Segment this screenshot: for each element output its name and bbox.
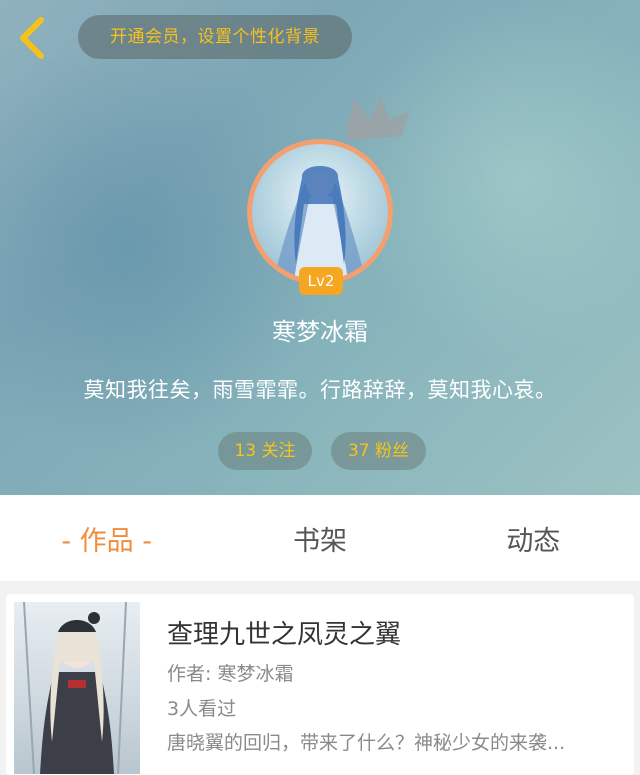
book-author: 作者: 寒梦冰霜	[167, 663, 294, 685]
profile-tabs: - 作品 - 书架 动态	[0, 495, 640, 581]
book-description: 唐晓翼的回归，带来了什么？神秘少女的来袭...	[167, 732, 566, 754]
avatar-image	[252, 144, 388, 280]
profile-header: 开通会员，设置个性化背景 Lv2 寒梦冰霜 莫知我往矣，雨雪霏霏。行路辞辞，莫知…	[0, 0, 640, 495]
work-card[interactable]: 查理九世之凤灵之翼 作者: 寒梦冰霜 3人看过 唐晓翼的回归，带来了什么？神秘少…	[6, 594, 634, 775]
user-bio: 莫知我往矣，雨雪霏霏。行路辞辞，莫知我心哀。	[83, 378, 557, 402]
tab-bookshelf[interactable]: 书架	[213, 495, 426, 581]
avatar[interactable]	[247, 139, 393, 285]
book-cover-image	[14, 602, 140, 774]
fans-count-button[interactable]: 37 粉丝	[331, 432, 426, 470]
username: 寒梦冰霜	[272, 318, 368, 346]
level-badge: Lv2	[299, 267, 343, 295]
book-view-count: 3人看过	[167, 698, 237, 720]
vip-background-button[interactable]: 开通会员，设置个性化背景	[78, 15, 352, 59]
crown-icon	[346, 96, 410, 140]
back-button[interactable]	[10, 14, 54, 62]
chevron-left-icon	[20, 17, 44, 59]
tab-works[interactable]: - 作品 -	[0, 495, 213, 581]
following-count-button[interactable]: 13 关注	[218, 432, 312, 470]
tab-activity[interactable]: 动态	[427, 495, 640, 581]
book-title[interactable]: 查理九世之凤灵之翼	[167, 614, 401, 651]
